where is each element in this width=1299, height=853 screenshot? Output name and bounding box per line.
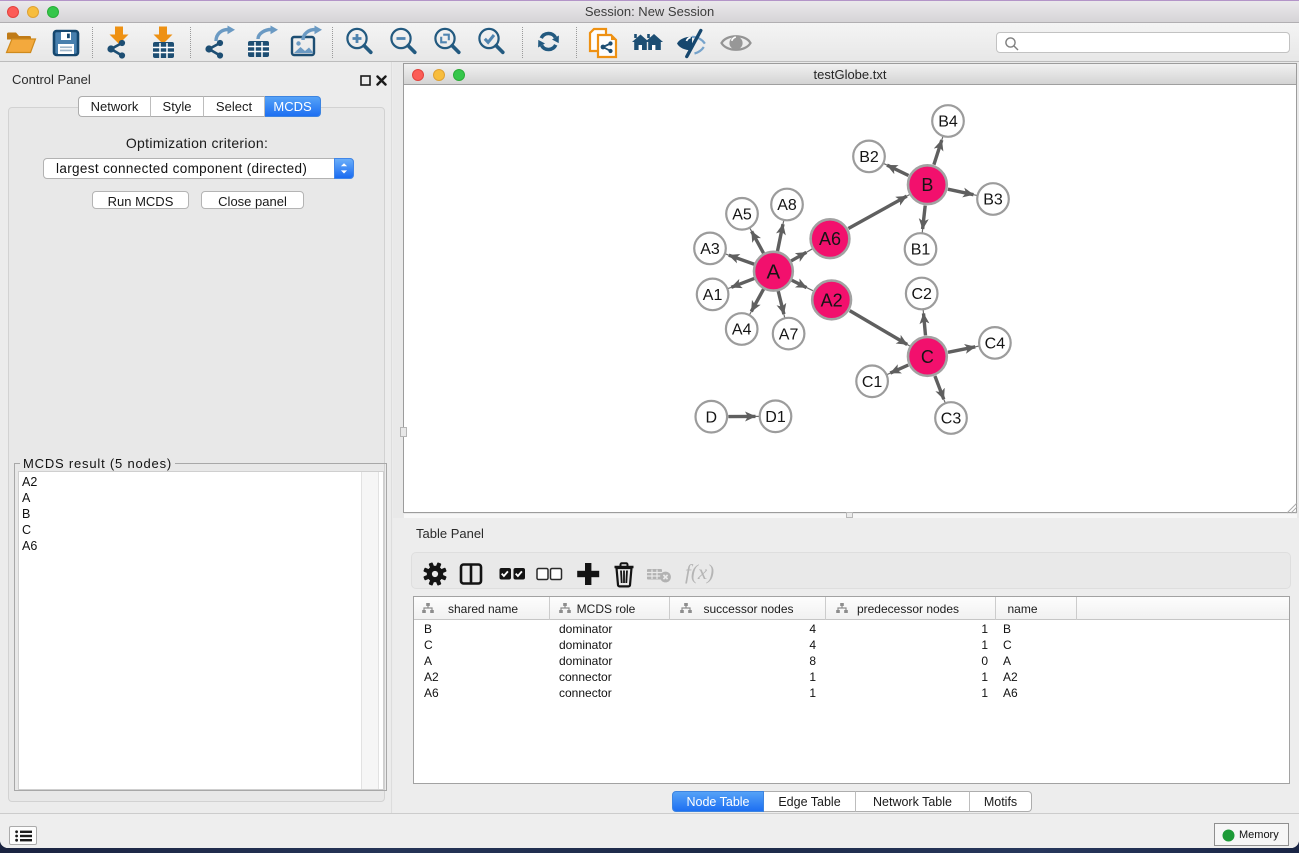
svg-text:A6: A6 (819, 229, 841, 249)
svg-text:B3: B3 (983, 192, 1003, 209)
svg-text:A2: A2 (821, 290, 843, 310)
svg-text:D: D (706, 409, 718, 426)
svg-text:C2: C2 (911, 286, 932, 303)
svg-text:C: C (921, 347, 934, 367)
svg-text:B1: B1 (911, 242, 931, 259)
svg-text:A4: A4 (732, 322, 752, 339)
svg-text:C4: C4 (985, 336, 1006, 353)
svg-text:A: A (767, 261, 781, 284)
svg-text:A8: A8 (777, 197, 797, 214)
svg-text:C1: C1 (862, 374, 883, 391)
svg-text:B4: B4 (938, 114, 958, 131)
svg-text:B2: B2 (859, 149, 879, 166)
svg-text:A1: A1 (703, 287, 723, 304)
svg-text:A3: A3 (700, 241, 720, 258)
svg-text:B: B (921, 175, 933, 195)
svg-text:C3: C3 (941, 411, 962, 428)
svg-text:A5: A5 (732, 207, 752, 224)
svg-text:A7: A7 (779, 326, 799, 343)
svg-text:D1: D1 (765, 409, 786, 426)
